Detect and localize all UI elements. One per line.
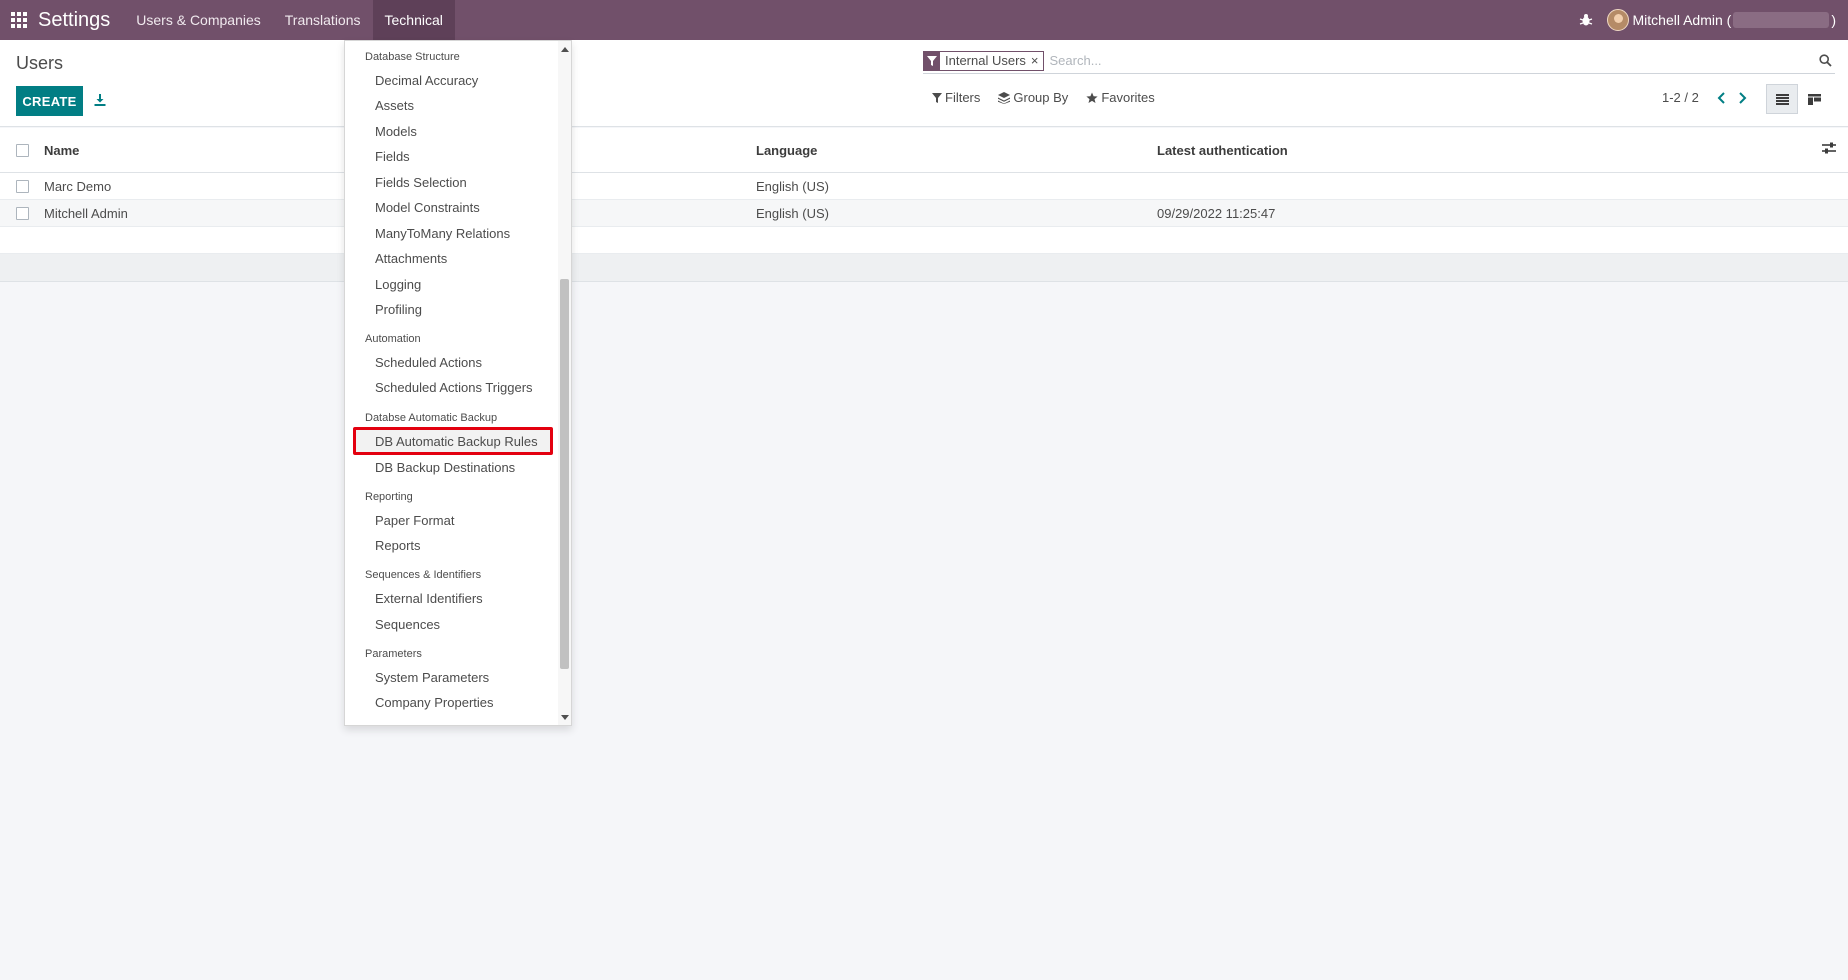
scroll-down-arrow-icon[interactable] <box>559 712 571 722</box>
menu-item-attachments[interactable]: Attachments <box>375 247 447 269</box>
user-name-cell: Marc Demo <box>44 178 112 194</box>
menu-item-system-parameters[interactable]: System Parameters <box>375 666 489 688</box>
table-row[interactable]: Mitchell Admin English (US) 09/29/2022 1… <box>0 200 1848 227</box>
optional-columns-icon[interactable] <box>1822 142 1836 157</box>
menu-item-db-backup-destinations[interactable]: DB Backup Destinations <box>375 456 515 478</box>
menu-item-paper-format[interactable]: Paper Format <box>375 509 454 531</box>
empty-row <box>0 227 1848 254</box>
menu-item-profiling[interactable]: Profiling <box>375 298 422 320</box>
filters-button[interactable]: Filters <box>932 90 980 105</box>
debug-bug-icon[interactable] <box>1571 13 1601 27</box>
row-checkbox[interactable] <box>16 200 29 226</box>
latest-auth-cell: 09/29/2022 11:25:47 <box>1157 205 1276 221</box>
control-panel: Users CREATE Internal Users × Filters <box>0 40 1848 127</box>
facet-value: Internal Users <box>945 53 1026 68</box>
filter-icon <box>932 92 942 103</box>
search-options: Filters Group By Favorites <box>932 90 1173 105</box>
menu-item-sequences[interactable]: Sequences <box>375 613 440 635</box>
menu-translations[interactable]: Translations <box>273 0 373 40</box>
list-view-icon[interactable] <box>1766 84 1798 114</box>
pager: 1-2 / 2 <box>1662 90 1753 105</box>
menu-item-logging[interactable]: Logging <box>375 273 421 295</box>
search-icon[interactable] <box>1815 54 1835 67</box>
pager-next-icon[interactable] <box>1733 91 1753 104</box>
table-header: Name Language Latest authentication <box>0 128 1848 173</box>
search-facet: Internal Users × <box>923 50 1044 71</box>
section-header-reporting: Reporting <box>365 491 413 503</box>
group-by-button[interactable]: Group By <box>998 90 1068 105</box>
table-footer <box>0 254 1848 282</box>
menu-item-assets[interactable]: Assets <box>375 94 414 116</box>
technical-dropdown-menu: Database Structure Decimal Accuracy Asse… <box>344 40 572 726</box>
menu-item-models[interactable]: Models <box>375 120 417 142</box>
user-name-cell: Mitchell Admin <box>44 205 128 221</box>
menu-item-scheduled-actions-triggers[interactable]: Scheduled Actions Triggers <box>375 376 533 398</box>
top-navbar: Settings Users & Companies Translations … <box>0 0 1848 40</box>
pager-value[interactable]: 1-2 / 2 <box>1662 90 1699 105</box>
create-button[interactable]: CREATE <box>16 86 83 116</box>
section-header-automation: Automation <box>365 333 421 345</box>
menu-item-fields-selection[interactable]: Fields Selection <box>375 171 467 193</box>
row-checkbox[interactable] <box>16 173 29 199</box>
section-header-sequences-identifiers: Sequences & Identifiers <box>365 569 482 581</box>
pager-previous-icon[interactable] <box>1711 91 1731 104</box>
language-cell: English (US) <box>756 178 829 194</box>
filter-facet-icon <box>924 50 940 71</box>
menu-item-reports[interactable]: Reports <box>375 534 421 556</box>
download-icon[interactable] <box>92 92 108 108</box>
menu-item-external-identifiers[interactable]: External Identifiers <box>375 587 483 609</box>
search-input[interactable] <box>1049 53 1815 68</box>
menu-scrollbar-thumb[interactable] <box>560 279 569 669</box>
menu-item-company-properties[interactable]: Company Properties <box>375 691 494 713</box>
star-icon <box>1086 92 1098 103</box>
filters-label: Filters <box>945 90 981 105</box>
layers-icon <box>998 91 1011 104</box>
apps-menu-icon[interactable] <box>0 0 38 40</box>
table-row[interactable]: Marc Demo English (US) <box>0 173 1848 200</box>
section-header-database-automatic-backup: Databse Automatic Backup <box>365 412 498 424</box>
favorites-label: Favorites <box>1101 90 1155 105</box>
menu-item-decimal-accuracy[interactable]: Decimal Accuracy <box>375 69 478 91</box>
user-avatar[interactable] <box>1606 9 1629 31</box>
menu-item-model-constraints[interactable]: Model Constraints <box>375 196 480 218</box>
kanban-view-icon[interactable] <box>1798 84 1830 114</box>
menu-item-db-automatic-backup-rules[interactable]: DB Automatic Backup Rules <box>375 430 538 452</box>
view-switcher <box>1766 84 1830 114</box>
section-header-database-structure: Database Structure <box>365 51 460 63</box>
users-list: Name Language Latest authentication Marc… <box>0 128 1848 282</box>
user-name-suffix: ) <box>1831 12 1836 28</box>
language-cell: English (US) <box>756 205 829 221</box>
column-header-name[interactable]: Name <box>44 128 79 172</box>
group-by-label: Group By <box>1013 90 1069 105</box>
user-name-label: Mitchell Admin ( <box>1632 12 1732 28</box>
menu-item-scheduled-actions[interactable]: Scheduled Actions <box>375 351 482 373</box>
column-header-latest-authentication[interactable]: Latest authentication <box>1157 128 1288 172</box>
select-all-checkbox[interactable] <box>16 128 29 172</box>
menu-item-fields[interactable]: Fields <box>375 145 410 167</box>
menu-users-companies[interactable]: Users & Companies <box>124 0 273 40</box>
search-bar: Internal Users × <box>923 48 1835 74</box>
scroll-up-arrow-icon[interactable] <box>559 44 571 54</box>
column-header-language[interactable]: Language <box>756 128 817 172</box>
facet-remove-button[interactable]: × <box>1031 53 1043 68</box>
menu-technical[interactable]: Technical <box>372 0 455 40</box>
page-title: Users <box>16 53 64 73</box>
redacted-database-name <box>1733 12 1830 28</box>
user-menu[interactable]: Mitchell Admin ( ) <box>1633 12 1836 28</box>
menu-item-manytomany-relations[interactable]: ManyToMany Relations <box>375 222 510 244</box>
section-header-parameters: Parameters <box>365 648 422 660</box>
favorites-button[interactable]: Favorites <box>1086 90 1155 105</box>
app-title[interactable]: Settings <box>38 9 110 32</box>
